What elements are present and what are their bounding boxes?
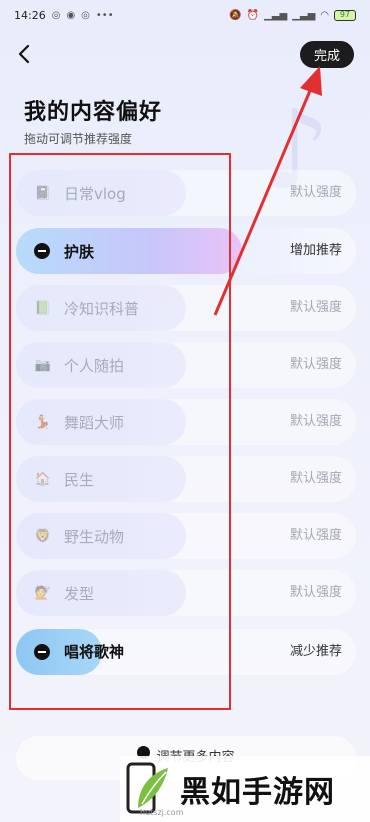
annotation-arrow-icon — [213, 66, 322, 316]
watermark-text: 黑如手游网 — [180, 775, 335, 810]
watermark-url: hutszj.com — [140, 808, 184, 817]
